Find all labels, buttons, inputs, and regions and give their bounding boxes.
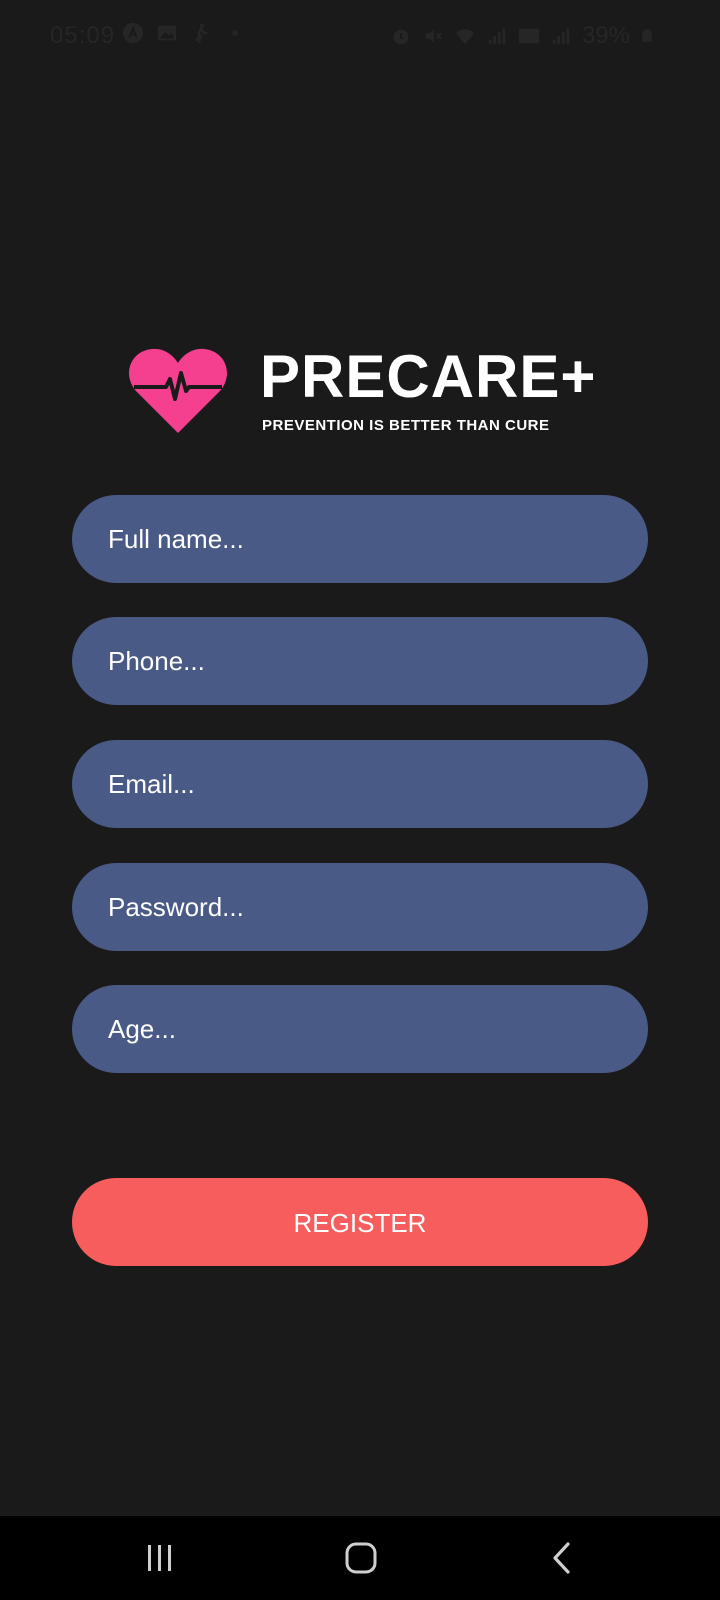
signal-icon [488,28,506,45]
password-input[interactable] [72,863,648,951]
back-button[interactable] [532,1530,592,1586]
email-input[interactable] [72,740,648,828]
status-bar: 05:09 39% [0,0,720,75]
app-logo: PRECARE+ PREVENTION IS BETTER THAN CURE [128,345,595,435]
status-time: 05:09 [50,22,116,49]
volte-icon [518,28,540,44]
home-button[interactable] [331,1530,391,1586]
full-name-input[interactable] [72,495,648,583]
status-icons-right: 39% [390,22,654,50]
signal-icon [552,28,570,45]
mute-icon [425,29,442,43]
home-icon [345,1542,377,1574]
heart-pulse-icon [129,348,227,433]
dot-icon [232,30,238,36]
wifi-icon [455,29,475,45]
register-button[interactable]: REGISTER [72,1178,648,1266]
recents-icon [148,1545,171,1571]
back-icon [553,1542,570,1574]
walking-icon [195,23,208,44]
recents-button[interactable] [130,1530,190,1586]
age-input[interactable] [72,985,648,1073]
phone-input[interactable] [72,617,648,705]
image-icon [157,25,177,41]
register-screen: 05:09 39% PRECARE+ PREVENTION IS BETTER … [0,0,720,1600]
alarm-icon [393,29,409,45]
navigation-bar [0,1516,720,1600]
logo-tagline: PREVENTION IS BETTER THAN CURE [262,417,550,434]
logo-title: PRECARE+ [260,343,597,410]
a-badge-icon [122,22,144,44]
battery-percent: 39% [581,22,630,49]
battery-icon [642,29,652,42]
status-icons-left [122,22,246,44]
